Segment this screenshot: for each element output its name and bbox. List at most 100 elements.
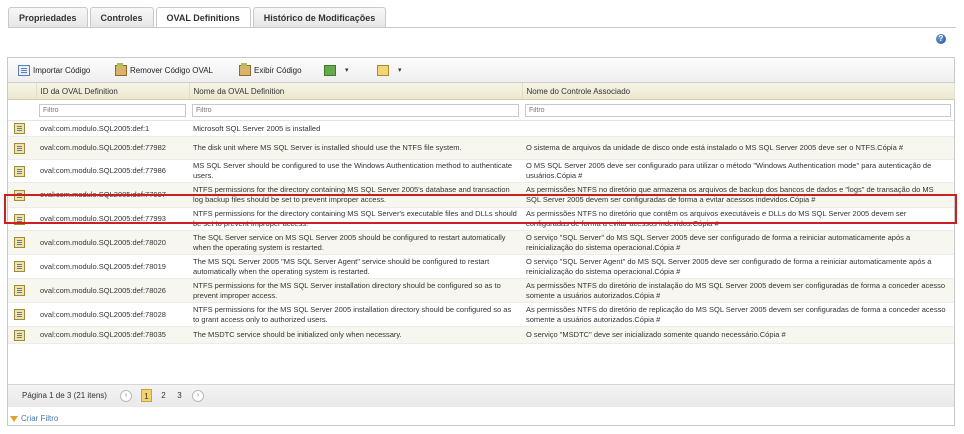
page-2-button[interactable]: 2	[158, 389, 169, 402]
control-name-cell: As permissões NTFS no diretório que cont…	[522, 207, 954, 231]
show-code-button[interactable]: Exibir Código	[239, 62, 302, 77]
export-icon	[324, 64, 336, 76]
oval-id-cell: oval:com.modulo.SQL2005:def:78028	[36, 302, 189, 327]
toolbar: Importar Código Remover Código OVAL Exib…	[8, 58, 954, 83]
edit-menu-button[interactable]: ▾	[377, 63, 402, 77]
control-name-cell: As permissões NTFS do diretório de insta…	[522, 278, 954, 303]
oval-id-cell: oval:com.modulo.SQL2005:def:78035	[36, 326, 189, 344]
oval-name-cell: NTFS permissions for the MS SQL Server 2…	[189, 302, 522, 327]
tab-divider	[8, 27, 956, 28]
remove-oval-button[interactable]: Remover Código OVAL	[115, 62, 213, 77]
remove-package-icon	[115, 62, 127, 76]
oval-id-cell: oval:com.modulo.SQL2005:def:78020	[36, 230, 189, 255]
control-name-cell: O serviço "MSDTC" deve ser inicializado …	[522, 326, 954, 344]
table-row[interactable]: oval:com.modulo.SQL2005:def:77993 NTFS pe…	[8, 207, 954, 231]
oval-id-cell: oval:com.modulo.SQL2005:def:78026	[36, 278, 189, 303]
tab-controles[interactable]: Controles	[89, 7, 154, 27]
control-name-cell: O serviço "SQL Server Agent" do MS SQL S…	[522, 254, 954, 279]
column-header-name[interactable]: Nome da OVAL Definition	[189, 83, 523, 100]
next-page-button[interactable]: ›	[192, 390, 204, 402]
column-header-control[interactable]: Nome do Controle Associado	[522, 83, 955, 100]
oval-id-cell: oval:com.modulo.SQL2005:def:77993	[36, 207, 189, 231]
oval-grid: ID da OVAL Definition Nome da OVAL Defin…	[8, 83, 955, 344]
definition-file-icon	[14, 123, 25, 134]
prev-page-button[interactable]: ‹	[120, 390, 132, 402]
row-icon-cell	[8, 120, 36, 137]
definition-file-icon	[14, 189, 25, 201]
import-icon	[18, 64, 30, 76]
create-filter-label: Criar Filtro	[21, 414, 59, 423]
control-name-cell: As permissões NTFS do diretório de repli…	[522, 302, 954, 327]
row-icon-cell	[8, 230, 36, 255]
oval-name-cell: NTFS permissions for the directory conta…	[189, 182, 522, 208]
definition-file-icon	[14, 213, 25, 225]
control-filter-input[interactable]	[525, 103, 951, 117]
row-icon-cell	[8, 278, 36, 303]
column-header-id[interactable]: ID da OVAL Definition	[36, 83, 190, 100]
chevron-down-icon: ▾	[345, 67, 349, 74]
table-row[interactable]: oval:com.modulo.SQL2005:def:78020 The SQL…	[8, 230, 954, 255]
table-row[interactable]: oval:com.modulo.SQL2005:def:78035 The MSD…	[8, 326, 954, 344]
tab-historico[interactable]: Histórico de Modificações	[252, 7, 387, 27]
oval-id-cell: oval:com.modulo.SQL2005:def:77997	[36, 182, 189, 208]
table-row[interactable]: oval:com.modulo.SQL2005:def:78026 NTFS pe…	[8, 278, 954, 303]
row-icon-cell	[8, 207, 36, 231]
oval-name-cell: NTFS permissions for the directory conta…	[189, 207, 522, 231]
control-name-cell: O sistema de arquivos da unidade de disc…	[522, 136, 954, 160]
create-filter-link[interactable]: Criar Filtro	[10, 414, 58, 423]
table-row[interactable]: oval:com.modulo.SQL2005:def:77997 NTFS pe…	[8, 182, 954, 208]
import-code-button[interactable]: Importar Código	[18, 63, 90, 77]
oval-name-cell: NTFS permissions for the MS SQL Server i…	[189, 278, 522, 303]
show-code-label: Exibir Código	[254, 65, 302, 75]
import-code-label: Importar Código	[33, 65, 91, 75]
definition-file-icon	[14, 261, 25, 272]
export-menu-button[interactable]: ▾	[324, 63, 349, 77]
chevron-down-icon: ▾	[398, 67, 402, 74]
id-filter-input[interactable]	[39, 103, 186, 117]
oval-id-cell: oval:com.modulo.SQL2005:def:78019	[36, 254, 189, 279]
show-code-icon	[239, 62, 251, 76]
oval-name-cell: The MS SQL Server 2005 "MS SQL Server Ag…	[189, 254, 522, 279]
table-row[interactable]: oval:com.modulo.SQL2005:def:1 Microsoft S…	[8, 120, 954, 137]
remove-oval-label: Remover Código OVAL	[130, 65, 213, 75]
oval-name-cell: MS SQL Server should be configured to us…	[189, 159, 522, 183]
row-icon-cell	[8, 136, 36, 160]
tab-bar: Propriedades Controles OVAL Definitions …	[8, 7, 388, 28]
edit-icon	[377, 64, 389, 76]
definition-file-icon	[14, 285, 25, 296]
help-icon[interactable]: ?	[936, 34, 946, 44]
row-icon-cell	[8, 302, 36, 327]
definition-file-icon	[14, 309, 25, 320]
definition-file-icon	[14, 142, 25, 154]
control-name-cell: O serviço "SQL Server" do MS SQL Server …	[522, 230, 954, 255]
oval-panel: Importar Código Remover Código OVAL Exib…	[7, 57, 955, 426]
table-row[interactable]: oval:com.modulo.SQL2005:def:78028 NTFS pe…	[8, 302, 954, 327]
table-row[interactable]: oval:com.modulo.SQL2005:def:78019 The MS …	[8, 254, 954, 279]
control-name-cell: O MS SQL Server 2005 deve ser configurad…	[522, 159, 954, 183]
pager: Página 1 de 3 (21 itens) ‹ 1 2 3 ›	[8, 384, 954, 407]
table-row[interactable]: oval:com.modulo.SQL2005:def:77982 The dis…	[8, 136, 954, 160]
oval-name-cell: The MSDTC service should be initialized …	[189, 326, 522, 344]
filter-icon	[10, 415, 18, 422]
definition-file-icon	[14, 237, 25, 248]
control-name-cell	[522, 120, 954, 137]
control-name-cell: As permissões NTFS no diretório que arma…	[522, 182, 954, 208]
row-icon-cell	[8, 254, 36, 279]
definition-file-icon	[14, 165, 25, 177]
row-icon-cell	[8, 182, 36, 208]
oval-id-cell: oval:com.modulo.SQL2005:def:1	[36, 120, 189, 137]
oval-id-cell: oval:com.modulo.SQL2005:def:77982	[36, 136, 189, 160]
name-filter-input[interactable]	[192, 103, 519, 117]
tab-propriedades[interactable]: Propriedades	[8, 7, 88, 27]
oval-id-cell: oval:com.modulo.SQL2005:def:77986	[36, 159, 189, 183]
oval-name-cell: The SQL Server service on MS SQL Server …	[189, 230, 522, 255]
page-1-button[interactable]: 1	[141, 389, 152, 402]
row-icon-cell	[8, 159, 36, 183]
tab-oval-definitions[interactable]: OVAL Definitions	[155, 7, 251, 28]
page-3-button[interactable]: 3	[174, 389, 185, 402]
table-row[interactable]: oval:com.modulo.SQL2005:def:77986 MS SQL …	[8, 159, 954, 183]
row-icon-cell	[8, 326, 36, 344]
definition-file-icon	[14, 329, 25, 341]
column-header-icon	[8, 83, 37, 100]
oval-name-cell: Microsoft SQL Server 2005 is installed	[189, 120, 522, 137]
